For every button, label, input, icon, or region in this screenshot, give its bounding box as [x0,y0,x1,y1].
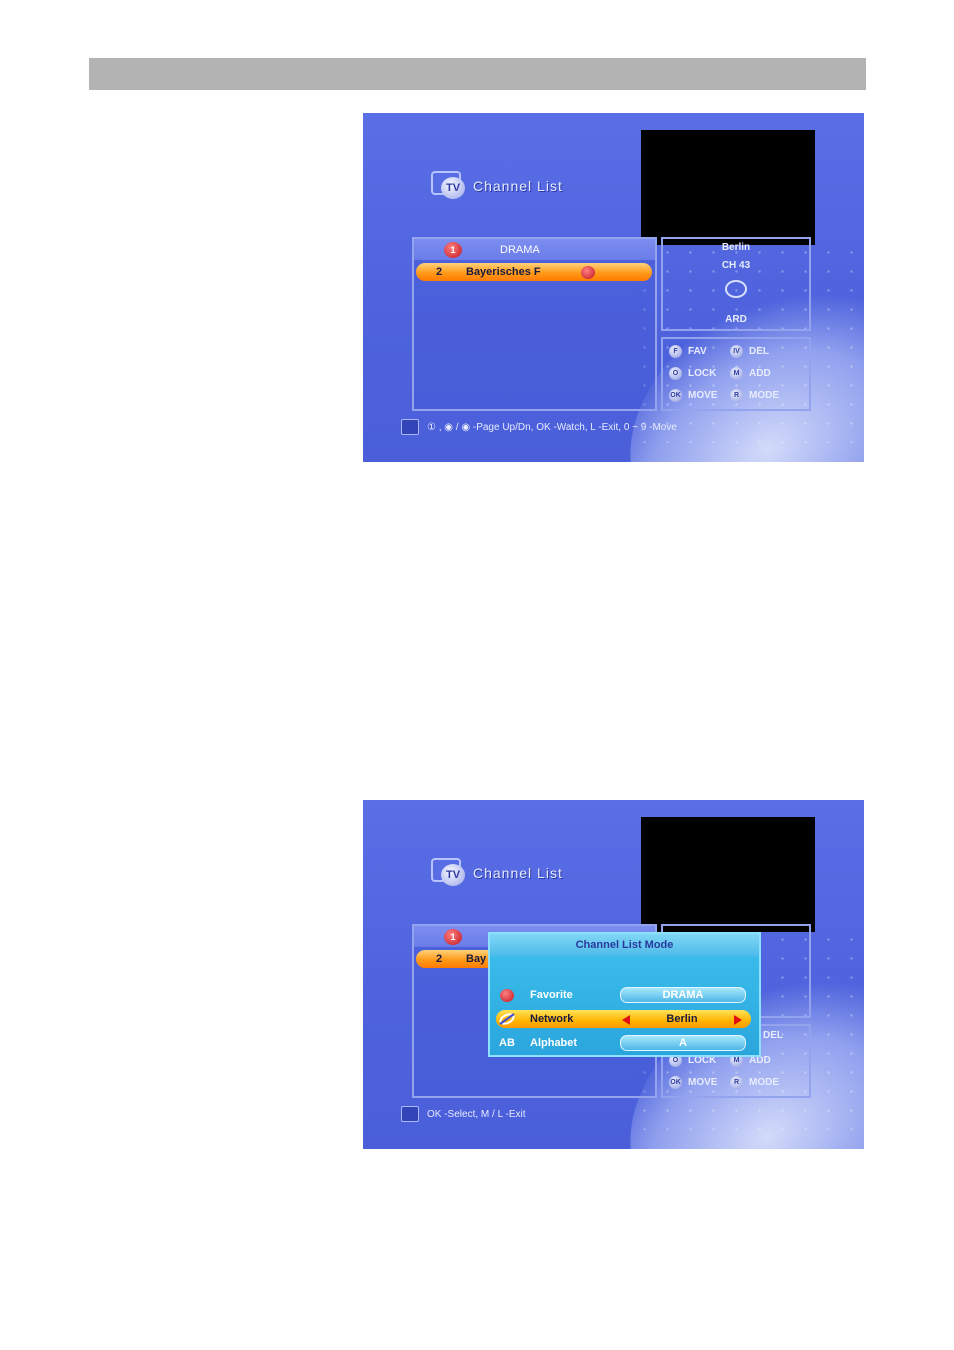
screen-title: TV Channel List [431,171,563,201]
key-ok-icon: OK [669,389,682,402]
arrow-left-icon[interactable] [622,1015,630,1025]
favorite-icon [580,265,595,279]
key-legend-panel: F FAV IV DEL O LOCK M ADD OK MOVE R MODE [661,337,811,411]
key-row-1: DEL [763,1030,783,1041]
key-iv-icon: IV [730,345,743,358]
help-text: OK -Select, M / L -Exit [427,1108,526,1120]
arrow-right-icon[interactable] [734,1015,742,1025]
group-header[interactable]: 1 DRAMA [414,239,655,260]
apple-icon: 1 [444,928,462,945]
channel-row-selected[interactable]: 2 Bayerisches F [416,263,652,281]
tv-icon: TV [431,858,467,888]
key-row-2: O LOCK M ADD [669,367,791,380]
key-row-3: OK MOVE R MODE [669,1076,779,1089]
page-title: Channel List [473,178,563,194]
mode-row-network[interactable]: Network Berlin [496,1010,751,1028]
alphabet-value[interactable]: A [620,1035,746,1051]
page-header-bar [89,58,866,90]
mode-row-alphabet[interactable]: AB Alphabet A [496,1034,751,1052]
key-f-icon: F [669,345,682,358]
key-row-1: F FAV IV DEL [669,345,791,358]
key-row-3: OK MOVE R MODE [669,389,779,402]
key-m-icon: M [730,367,743,380]
group-name: DRAMA [500,243,540,256]
network-value[interactable]: Berlin [620,1013,744,1025]
key-o-icon: O [669,367,682,380]
apple-icon [496,987,518,1003]
channel-list-panel: 1 DRAMA 2 Bayerisches F [412,237,657,411]
video-preview [641,817,815,932]
channel-list-screen-1: TV Channel List 1 DRAMA 2 Bayerisches F … [363,113,864,462]
info-provider: ARD [725,314,747,325]
favorite-value[interactable]: DRAMA [620,987,746,1003]
key-ok-icon: OK [669,1076,682,1089]
video-preview [641,130,815,245]
channel-number: 2 [436,266,443,278]
key-r-icon: R [730,1076,743,1089]
help-bar: ① , ◉ / ◉ -Page Up/Dn, OK -Watch, L -Exi… [401,419,677,435]
channel-name: Bay [466,953,487,965]
help-text: ① , ◉ / ◉ -Page Up/Dn, OK -Watch, L -Exi… [427,421,677,433]
info-location: Berlin [721,242,751,253]
satellite-icon [496,1011,518,1027]
tv-icon: TV [431,171,467,201]
satellite-icon [725,280,747,298]
help-icon [401,419,419,435]
help-bar: OK -Select, M / L -Exit [401,1106,526,1122]
dialog-title: Channel List Mode [490,934,759,956]
apple-icon: 1 [444,241,462,258]
mode-row-favorite[interactable]: Favorite DRAMA [496,986,751,1004]
key-r-icon: R [730,389,743,402]
channel-number: 2 [436,953,443,965]
channel-list-screen-2: TV Channel List 1 2 Bay DEL O LOCK M ADD… [363,800,864,1149]
channel-list-mode-dialog: Channel List Mode Favorite DRAMA Network… [488,932,761,1057]
info-channel: CH 43 [721,260,751,271]
page-title: Channel List [473,865,563,881]
help-icon [401,1106,419,1122]
screen-title: TV Channel List [431,858,563,888]
channel-info-panel: Berlin CH 43 ARD [661,237,811,331]
ab-icon: AB [499,1037,515,1049]
channel-name: Bayerisches F [466,266,541,278]
